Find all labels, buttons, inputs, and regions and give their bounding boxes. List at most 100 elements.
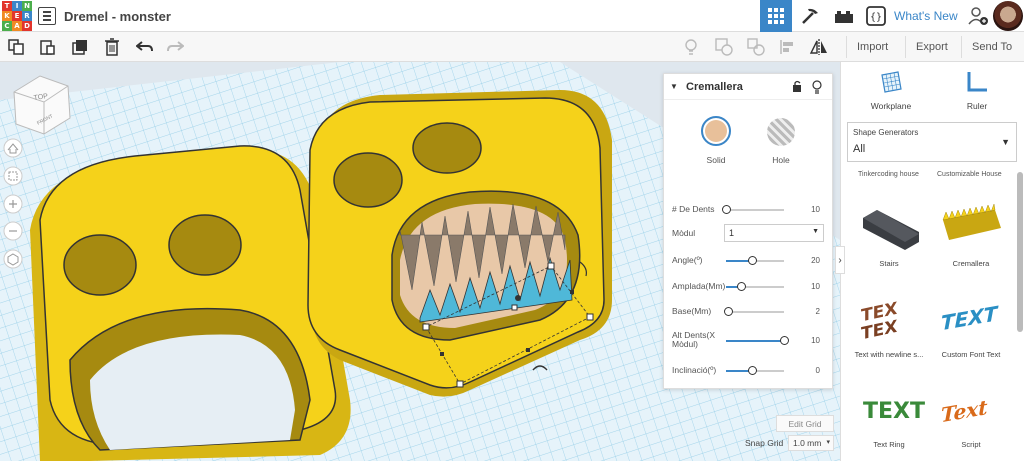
design-list-icon[interactable] xyxy=(38,7,56,25)
property-slider[interactable] xyxy=(726,366,784,375)
svg-text:TEXT: TEXT xyxy=(863,399,925,424)
redo-button[interactable] xyxy=(165,37,185,57)
tinkercad-logo[interactable]: T I N K E R C A D xyxy=(2,1,32,31)
property-slider[interactable] xyxy=(726,256,784,265)
logo-letter: N xyxy=(22,1,32,11)
copy-button[interactable] xyxy=(6,37,26,57)
import-button[interactable]: Import xyxy=(846,36,898,58)
pickaxe-icon xyxy=(802,8,818,24)
blocks-view-button[interactable] xyxy=(794,0,826,32)
property-label: Alt Dents(X Mòdul) xyxy=(672,330,715,349)
document-title[interactable]: Dremel - monster xyxy=(64,9,171,24)
logo-letter: D xyxy=(22,21,32,31)
logo-letter: A xyxy=(12,21,22,31)
shape-item-text-with-newline[interactable]: TEX TEX Text with newline s... xyxy=(849,288,929,360)
property-value[interactable]: 10 xyxy=(811,282,820,291)
home-view-button[interactable] xyxy=(3,138,23,158)
svg-text:Text: Text xyxy=(941,395,988,427)
fit-view-button[interactable] xyxy=(3,166,23,186)
snap-grid-select[interactable]: 1.0 mm ▾ xyxy=(788,435,834,451)
send-to-button[interactable]: Send To xyxy=(961,36,1022,58)
edit-grid-button[interactable]: Edit Grid xyxy=(776,415,834,432)
slider-knob[interactable] xyxy=(736,282,746,291)
slider-fill xyxy=(726,340,784,342)
add-user-button[interactable] xyxy=(962,0,994,32)
shape-item-script[interactable]: Text Script xyxy=(931,380,1011,452)
chevron-down-icon: ▼ xyxy=(812,228,819,235)
shape-item-custom-font-text[interactable]: TEXT Custom Font Text xyxy=(931,288,1011,360)
lightbulb-icon[interactable] xyxy=(812,80,822,94)
duplicate-button[interactable] xyxy=(70,37,90,57)
shapes-scrollbar[interactable] xyxy=(1017,172,1023,332)
shape-list-cut-label: Customizable House xyxy=(937,171,1002,178)
shape-item-cremallera[interactable]: Cremallera xyxy=(931,198,1011,270)
shapes-panel: Workplane Ruler Shape Generators All ▼ T… xyxy=(835,62,1024,461)
shape-inspector: ▼ Cremallera Solid Hole # De Dents 10 Mòdu… xyxy=(663,73,833,389)
collapse-panel-button[interactable]: › xyxy=(835,246,845,274)
svg-text:{}: {} xyxy=(870,12,882,23)
shape-label: Script xyxy=(961,440,981,449)
property-value[interactable]: 0 xyxy=(816,366,820,375)
hole-button[interactable] xyxy=(767,118,795,146)
ungroup-button[interactable] xyxy=(746,37,766,57)
property-value[interactable]: 10 xyxy=(811,336,820,345)
bricks-view-button[interactable] xyxy=(828,0,860,32)
slider-knob[interactable] xyxy=(722,205,731,214)
slider-knob[interactable] xyxy=(748,256,758,265)
property-label: Angle(º) xyxy=(672,255,703,265)
paste-button[interactable] xyxy=(37,37,57,57)
3d-view-button[interactable] xyxy=(760,0,792,32)
property-label: Amplada(Mm) xyxy=(672,281,726,291)
mirror-button[interactable] xyxy=(809,37,829,57)
lock-icon[interactable] xyxy=(792,80,802,93)
grid-icon xyxy=(768,8,784,24)
slider-knob[interactable] xyxy=(780,336,789,345)
solid-label: Solid xyxy=(706,155,726,165)
modul-value: 1 xyxy=(729,228,735,238)
export-button[interactable]: Export xyxy=(905,36,958,58)
group-button[interactable] xyxy=(714,37,734,57)
logo-letter: C xyxy=(2,21,12,31)
svg-text:TEXT: TEXT xyxy=(941,301,1000,335)
collapse-chevron-icon[interactable]: ▼ xyxy=(670,82,678,91)
shape-item-stairs[interactable]: Stairs xyxy=(849,198,929,270)
notes-button[interactable] xyxy=(681,37,701,57)
chevron-down-icon: ▾ xyxy=(826,439,830,446)
brick-icon xyxy=(835,11,853,23)
undo-button[interactable] xyxy=(135,37,155,57)
cremallera-thumbnail xyxy=(942,203,1001,240)
code-icon: {} xyxy=(866,6,886,26)
shape-label: Text with newline s... xyxy=(854,350,924,359)
align-button[interactable] xyxy=(778,37,798,57)
yellow-frame-left[interactable] xyxy=(30,145,351,461)
workplane-tool[interactable]: Workplane xyxy=(861,70,921,111)
ruler-tool[interactable]: Ruler xyxy=(947,70,1007,111)
duplicate-icon xyxy=(72,40,87,55)
property-slider[interactable] xyxy=(726,336,789,345)
group-icon xyxy=(715,38,733,56)
edit-toolbar: Import Export Send To xyxy=(0,32,1024,62)
trash-icon xyxy=(105,38,119,56)
property-value[interactable]: 10 xyxy=(811,205,820,214)
delete-button[interactable] xyxy=(102,37,122,57)
text-ring-thumbnail: TEXT xyxy=(863,399,925,424)
inspector-title: Cremallera xyxy=(686,81,743,93)
slider-knob[interactable] xyxy=(723,307,733,316)
logo-letter: I xyxy=(12,1,22,11)
property-slider[interactable] xyxy=(723,307,784,316)
whats-new-link[interactable]: What's New xyxy=(894,9,958,23)
property-slider[interactable] xyxy=(726,282,784,291)
shape-generator-select[interactable]: Shape Generators All ▼ xyxy=(847,122,1017,162)
slider-knob[interactable] xyxy=(748,366,758,375)
user-avatar[interactable] xyxy=(993,1,1023,31)
codeblocks-view-button[interactable]: {} xyxy=(860,0,892,32)
property-value[interactable]: 20 xyxy=(811,256,820,265)
solid-button[interactable] xyxy=(701,116,731,146)
workplane-label: Workplane xyxy=(870,101,912,111)
property-value[interactable]: 2 xyxy=(816,307,820,316)
property-label: Mòdul xyxy=(672,228,696,238)
paste-icon xyxy=(40,40,55,55)
modul-select[interactable]: 1 ▼ xyxy=(724,224,824,242)
property-slider[interactable] xyxy=(722,205,784,214)
shape-item-text-ring[interactable]: TEXT Text Ring xyxy=(849,380,929,452)
